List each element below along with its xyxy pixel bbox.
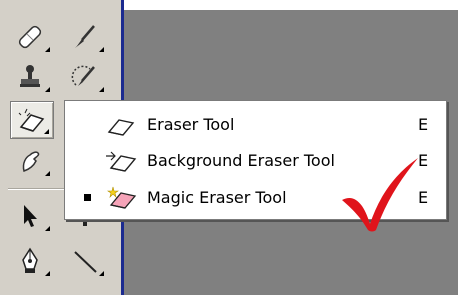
line-tool[interactable] [64, 242, 108, 280]
red-checkmark-icon [342, 158, 418, 232]
path-selection-tool[interactable] [10, 197, 54, 235]
brush-tool[interactable] [64, 18, 108, 56]
path-selection-arrow-icon [24, 205, 37, 227]
menu-item-label: Magic Eraser Tool [147, 188, 287, 207]
photoshop-screenshot: Eraser Tool E Background Eraser Tool E M… [0, 0, 458, 295]
healing-brush-tool[interactable] [10, 18, 54, 56]
tool-group-indicator [45, 271, 50, 276]
line-icon [74, 251, 97, 273]
smudge-tool[interactable] [10, 142, 54, 180]
tool-group-indicator [99, 271, 104, 276]
menu-item-eraser-tool[interactable]: Eraser Tool E [65, 108, 446, 142]
tool-group-indicator [45, 87, 50, 92]
menu-item-label: Background Eraser Tool [147, 151, 335, 170]
tool-group-indicator [44, 129, 49, 134]
magic-eraser-icon [107, 186, 137, 209]
pen-icon [22, 247, 38, 273]
active-tool-bullet-icon [84, 194, 91, 201]
history-brush-tool[interactable] [64, 58, 108, 96]
tool-group-indicator [99, 47, 104, 52]
eraser-icon [107, 119, 135, 136]
menu-item-label: Eraser Tool [147, 115, 235, 134]
background-eraser-icon [106, 151, 137, 172]
tool-group-indicator [45, 171, 50, 176]
tool-group-indicator [45, 47, 50, 52]
pen-tool[interactable] [10, 242, 54, 280]
smudge-icon [22, 151, 40, 172]
tool-group-indicator [45, 226, 50, 231]
clone-stamp-tool[interactable] [10, 58, 54, 96]
history-brush-icon [71, 65, 95, 86]
healing-brush-icon [18, 25, 42, 49]
clone-stamp-icon [20, 65, 40, 87]
brush-icon [75, 25, 95, 48]
eraser-tool[interactable] [10, 101, 54, 139]
eraser-icon [18, 108, 45, 132]
tool-group-indicator [99, 87, 104, 92]
menu-item-shortcut: E [418, 115, 429, 134]
